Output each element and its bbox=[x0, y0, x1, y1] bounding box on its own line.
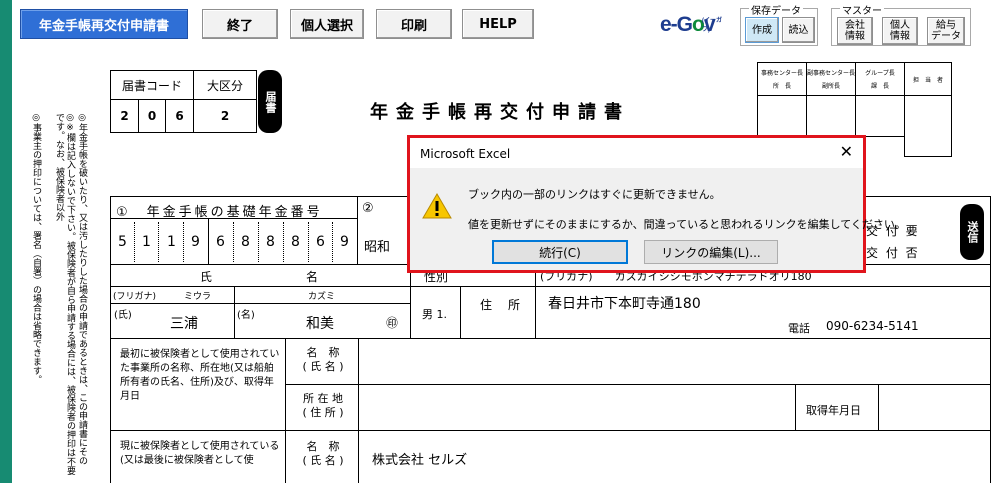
egov-logo-e: e-G bbox=[660, 13, 693, 36]
form-title-button[interactable]: 年金手帳再交付申請書 bbox=[20, 9, 188, 39]
salary-data-button[interactable]: 給与 データ bbox=[927, 17, 965, 45]
office-col2-bottom: 副所長 bbox=[821, 83, 840, 90]
form-code-digit: 2 bbox=[110, 99, 139, 133]
mei-label: (名) bbox=[237, 310, 255, 321]
category-label: 大区分 bbox=[193, 70, 257, 100]
showa-label: 昭和 bbox=[364, 240, 391, 255]
pension-digit: 8 bbox=[241, 234, 250, 250]
furigana-mei: カズミ bbox=[308, 292, 336, 302]
furigana-label: (フリガナ) bbox=[113, 292, 157, 302]
end-button[interactable]: 終了 bbox=[202, 9, 278, 39]
current-employer-label: 現に被保険者として使用されている(又は最後に被保険者として使 bbox=[120, 441, 280, 466]
personal-info-button[interactable]: 個人 情報 bbox=[882, 17, 918, 45]
form-code-label: 届書コード bbox=[110, 70, 194, 100]
office-col3-bottom: 課 長 bbox=[870, 83, 889, 90]
dialog-body: ブック内の一部のリンクはすぐに更新できません。 値を更新せずにそのままにするか、… bbox=[410, 168, 906, 270]
edit-links-button[interactable]: リンクの編集(L)... bbox=[644, 240, 778, 264]
first-employer-label: 最初に被保険者として使用されていた事業所の名称、所在地(又は船舶所有者の氏名、住… bbox=[120, 349, 280, 402]
name-header-mei: 名 bbox=[306, 270, 319, 284]
note-right: ◎年金手帳を破いたり、又は汚したりした場合の申請であるときは、この申請書にその bbox=[77, 113, 87, 465]
first-employer-location-label: 所 在 地 ( 住 所 ) bbox=[302, 392, 344, 419]
office-stamp-1 bbox=[757, 95, 807, 137]
gender-value: 男 1. bbox=[422, 308, 447, 321]
close-icon[interactable]: ✕ bbox=[840, 142, 853, 161]
form-title: 年金手帳再交付申請書 bbox=[370, 102, 630, 123]
office-col3-top: グループ長 bbox=[865, 70, 895, 77]
left-color-strip bbox=[0, 0, 12, 483]
help-button[interactable]: HELP bbox=[462, 9, 534, 39]
excel-dialog: Microsoft Excel ✕ ブック内の一部のリンクはすぐに更新できません… bbox=[410, 138, 906, 270]
master-group-title: マスター bbox=[840, 2, 884, 17]
company-info-button[interactable]: 会社 情報 bbox=[837, 17, 873, 45]
note-left: ◎事業主の押印については、署名（自署）の場合は省略できます。 bbox=[31, 113, 41, 384]
egov-logo[interactable]: e-Gov (イーガブ) bbox=[660, 13, 722, 43]
pension-digit: 8 bbox=[266, 234, 275, 250]
seal-mark: ㊞ bbox=[386, 316, 399, 330]
name-header-sei: 氏 bbox=[200, 270, 213, 284]
create-button[interactable]: 作成 bbox=[745, 17, 779, 43]
pension-digit: 1 bbox=[142, 234, 151, 250]
address-label: 住 所 bbox=[480, 298, 523, 312]
master-group: マスター 会社 情報 個人 情報 給与 データ bbox=[831, 2, 971, 46]
form-code-digit: 6 bbox=[165, 99, 194, 133]
sei-label: (氏) bbox=[114, 310, 132, 321]
office-col2-top: 副事務センター長 bbox=[807, 70, 856, 77]
office-col1-top: 事務センター長 bbox=[760, 70, 803, 77]
pension-number-label: ① 年金手帳の基礎年金番号 bbox=[116, 205, 323, 220]
pension-digit: 9 bbox=[191, 234, 200, 250]
todoke-label: 届書 bbox=[258, 70, 282, 133]
current-company-value[interactable]: 株式会社 セルズ bbox=[372, 449, 467, 468]
issue-not-required: 交 付 否 bbox=[866, 246, 920, 260]
egov-logo-sup: (イーガブ) bbox=[702, 18, 722, 33]
furigana-sei: ミウラ bbox=[184, 292, 212, 302]
pension-digit: 6 bbox=[316, 234, 325, 250]
office-stamp-3 bbox=[855, 95, 905, 137]
circle-2: ② bbox=[362, 201, 374, 216]
dialog-message-1: ブック内の一部のリンクはすぐに更新できません。 bbox=[468, 188, 721, 201]
office-col4: 担 当 者 bbox=[904, 62, 952, 96]
office-col3: グループ長 課 長 bbox=[855, 62, 905, 96]
pension-digit: 1 bbox=[167, 234, 176, 250]
print-button[interactable]: 印刷 bbox=[376, 9, 452, 39]
note-middle: ◎※欄は記入しないで下さい。被保険者が自ら申請する場合には、被保険者の押印は不要… bbox=[54, 113, 75, 475]
select-person-button[interactable]: 個人選択 bbox=[290, 9, 364, 39]
pension-digit: 6 bbox=[216, 234, 225, 250]
office-col2: 副事務センター長 副所長 bbox=[806, 62, 856, 96]
save-data-group: 保存データ 作成 読込 bbox=[740, 2, 818, 46]
phone-label: 電話 bbox=[788, 322, 810, 335]
phone-value[interactable]: 090-6234-5141 bbox=[826, 319, 919, 333]
office-col1: 事務センター長 所 長 bbox=[757, 62, 807, 96]
warning-icon bbox=[422, 193, 452, 219]
current-employer-name-label: 名 称 ( 氏 名 ) bbox=[302, 440, 344, 467]
pension-digit: 9 bbox=[340, 234, 349, 250]
read-button[interactable]: 読込 bbox=[782, 17, 815, 43]
address-value[interactable]: 春日井市下本町寺通180 bbox=[548, 293, 701, 313]
pension-digit: 5 bbox=[118, 234, 127, 250]
dialog-title: Microsoft Excel bbox=[420, 147, 511, 161]
form-code-digit: 0 bbox=[138, 99, 166, 133]
continue-button[interactable]: 続行(C) bbox=[492, 240, 628, 264]
sei-value[interactable]: 三浦 bbox=[170, 313, 198, 333]
mei-value[interactable]: 和美 bbox=[306, 313, 334, 333]
send-label: 送信 bbox=[960, 204, 984, 260]
office-col1-bottom: 所 長 bbox=[772, 83, 791, 90]
first-employer-name-label: 名 称 ( 氏 名 ) bbox=[302, 346, 344, 373]
office-stamp-2 bbox=[806, 95, 856, 137]
category-value: 2 bbox=[193, 99, 257, 133]
dialog-message-2: 値を更新せずにそのままにするか、間違っていると思われるリンクを編集してください。 bbox=[468, 218, 906, 231]
acquired-date-label: 取得年月日 bbox=[806, 404, 861, 417]
save-data-group-title: 保存データ bbox=[749, 2, 803, 17]
pension-digit: 8 bbox=[291, 234, 300, 250]
office-stamp-4 bbox=[904, 95, 952, 157]
